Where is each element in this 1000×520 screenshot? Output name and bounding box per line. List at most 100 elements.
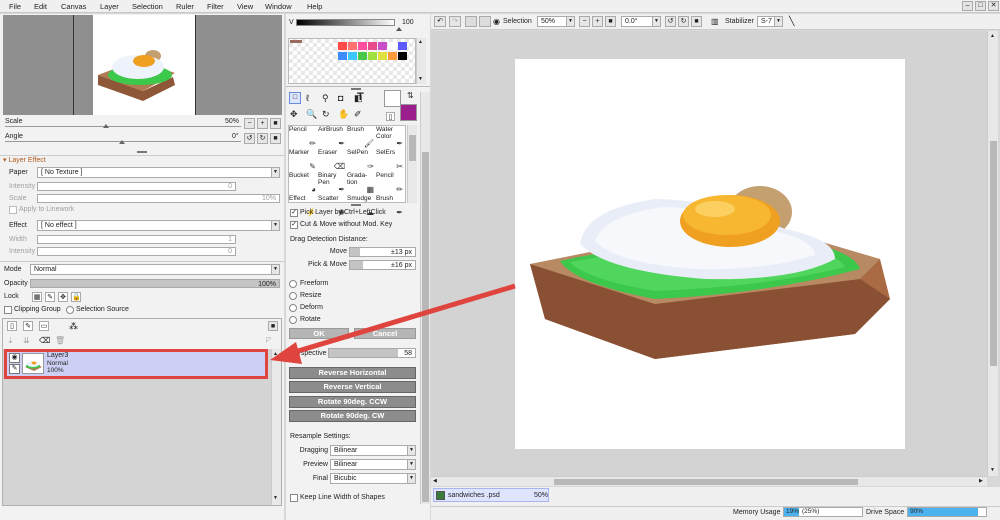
canvas-h-scrollbar[interactable]: ◀ ▶	[431, 476, 987, 486]
angle-select[interactable]: 0.0° ▼	[621, 16, 661, 27]
lock-transparency-icon[interactable]: ▦	[32, 292, 42, 302]
value-slider[interactable]	[296, 19, 395, 26]
palette-swatch[interactable]	[358, 42, 367, 50]
tool-bucket[interactable]: Bucket ◕	[289, 172, 318, 195]
panel-splitter[interactable]	[137, 151, 147, 153]
palette-swatch[interactable]	[378, 52, 387, 60]
preview-select[interactable]: Bilinear ▼	[330, 459, 416, 470]
new-folder-icon[interactable]: ▭	[39, 321, 49, 331]
palette-swatch[interactable]	[388, 52, 397, 60]
pick-layer-checkbox[interactable]: ✓	[290, 209, 298, 217]
palette-swatch[interactable]	[348, 52, 357, 60]
zoom-select[interactable]: 50% ▼	[537, 16, 575, 27]
palette-swatch[interactable]	[398, 52, 407, 60]
tool-selpen[interactable]: SelPen ✑	[347, 149, 376, 172]
clear-layer-icon[interactable]: ⌫	[39, 336, 50, 345]
merge-down-icon[interactable]: ⇊	[23, 336, 30, 345]
opacity-slider[interactable]: 100%	[30, 279, 280, 288]
lock-move-icon[interactable]: ✥	[58, 292, 68, 302]
layer-scrollbar[interactable]: ▲ ▼	[271, 349, 281, 505]
menu-selection[interactable]: Selection	[132, 2, 163, 11]
effect-intensity-slider[interactable]: 0	[37, 247, 236, 256]
scroll-left-icon[interactable]: ◀	[433, 478, 437, 484]
tool-water-color[interactable]: Water Color ✒	[376, 126, 405, 149]
cut-move-checkbox[interactable]: ✓	[290, 221, 298, 229]
lock-all-icon[interactable]: 🔒	[71, 292, 81, 302]
text-tool-icon[interactable]: T	[357, 91, 364, 103]
panel-splitter[interactable]	[351, 204, 361, 206]
scale-slider-handle[interactable]	[103, 124, 109, 128]
menu-edit[interactable]: Edit	[34, 2, 47, 11]
move-distance-slider[interactable]: ±13 px	[349, 247, 416, 257]
selection-source-radio[interactable]	[66, 306, 74, 314]
tool-brush[interactable]: Brush 🖌	[347, 126, 376, 149]
magic-wand-icon[interactable]: ⚲	[322, 93, 329, 104]
menu-layer[interactable]: Layer	[100, 2, 119, 11]
palette-swatch[interactable]	[378, 42, 387, 50]
rotate-cw-button[interactable]: Rotate 90deg. CW	[289, 410, 416, 422]
eyedropper-icon[interactable]: ✐	[354, 109, 362, 120]
canvas-rotate-left-button[interactable]: ↺	[665, 16, 676, 27]
clipping-group-checkbox[interactable]	[4, 306, 12, 314]
canvas-rotate-reset-button[interactable]: ■	[691, 16, 702, 27]
tool-pencil[interactable]: Pencil ✏	[289, 126, 318, 149]
swap-colors-icon[interactable]: ⇅	[407, 91, 414, 100]
move-tool-icon[interactable]: ✥	[290, 109, 298, 120]
canvas-zoom-out-button[interactable]: −	[579, 16, 590, 27]
scroll-up-icon[interactable]: ▲	[990, 33, 995, 39]
straight-line-icon[interactable]: ╲	[789, 16, 794, 27]
menu-filter[interactable]: Filter	[207, 2, 224, 11]
canvas-page[interactable]	[515, 59, 905, 449]
menu-canvas[interactable]: Canvas	[61, 2, 86, 11]
layer-effect-header[interactable]: ▾ Layer Effect	[3, 156, 46, 164]
effect-select[interactable]: [ No effect ] ▼	[37, 220, 280, 231]
menu-file[interactable]: File	[9, 2, 21, 11]
delete-layer-icon[interactable]: 🗑	[55, 336, 65, 345]
scale-slider[interactable]	[5, 126, 241, 127]
final-select[interactable]: Bicubic ▼	[330, 473, 416, 484]
width-slider[interactable]: 1	[37, 235, 236, 244]
scroll-down-icon[interactable]: ▼	[418, 76, 423, 82]
scroll-right-icon[interactable]: ▶	[979, 478, 983, 484]
tool-selers[interactable]: SelErs ✂	[376, 149, 405, 172]
value-handle[interactable]	[396, 27, 402, 31]
navigator-preview[interactable]	[3, 15, 282, 115]
invert-select-icon[interactable]	[479, 16, 491, 27]
tool-scrollbar[interactable]	[407, 125, 417, 203]
scroll-up-icon[interactable]: ▲	[418, 39, 423, 45]
layer-options-icon[interactable]: ⁂	[69, 321, 78, 332]
new-linework-layer-icon[interactable]: ✎	[23, 321, 33, 331]
sel-pen-icon[interactable]: ◘	[338, 93, 343, 103]
close-window-button[interactable]: ✕	[988, 1, 999, 11]
undo-icon[interactable]: ↶	[434, 16, 446, 27]
tool-binary-pen[interactable]: Binary Pen ✒	[318, 172, 347, 195]
zoom-out-button[interactable]: −	[244, 118, 255, 129]
palette-swatch[interactable]	[338, 52, 347, 60]
palette-swatch[interactable]	[358, 52, 367, 60]
apply-linework-checkbox[interactable]	[9, 206, 17, 214]
scroll-thumb[interactable]	[409, 135, 416, 161]
palette-swatch[interactable]	[338, 42, 347, 50]
pick-move-slider[interactable]: ±16 px	[349, 260, 416, 270]
palette-swatch[interactable]	[368, 42, 377, 50]
blend-mode-select[interactable]: Normal ▼	[30, 264, 280, 275]
stabilizer-select[interactable]: S-7 ▼	[757, 16, 783, 27]
dragging-select[interactable]: Bilinear ▼	[330, 445, 416, 456]
rotate-left-button[interactable]: ↺	[244, 133, 255, 144]
tool-marker[interactable]: Marker ✎	[289, 149, 318, 172]
rotate-tool-icon[interactable]: ↻	[322, 109, 330, 120]
palette-swatch[interactable]	[388, 42, 397, 50]
hand-tool-icon[interactable]: ✋	[338, 109, 349, 120]
canvas-rotate-right-button[interactable]: ↻	[678, 16, 689, 27]
scroll-thumb[interactable]	[554, 479, 858, 485]
redo-icon[interactable]: ↷	[449, 16, 461, 27]
zoom-in-button[interactable]: +	[257, 118, 268, 129]
rotate-ccw-button[interactable]: Rotate 90deg. CCW	[289, 396, 416, 408]
menu-ruler[interactable]: Ruler	[176, 2, 194, 11]
selection-eye-icon[interactable]: ◉	[493, 17, 500, 26]
background-color[interactable]	[400, 104, 417, 121]
paper-scale-slider[interactable]: 10%	[37, 194, 280, 203]
keep-line-width-checkbox[interactable]	[290, 494, 298, 502]
new-layer-icon[interactable]: ▯	[7, 321, 17, 331]
palette-swatch[interactable]	[368, 52, 377, 60]
